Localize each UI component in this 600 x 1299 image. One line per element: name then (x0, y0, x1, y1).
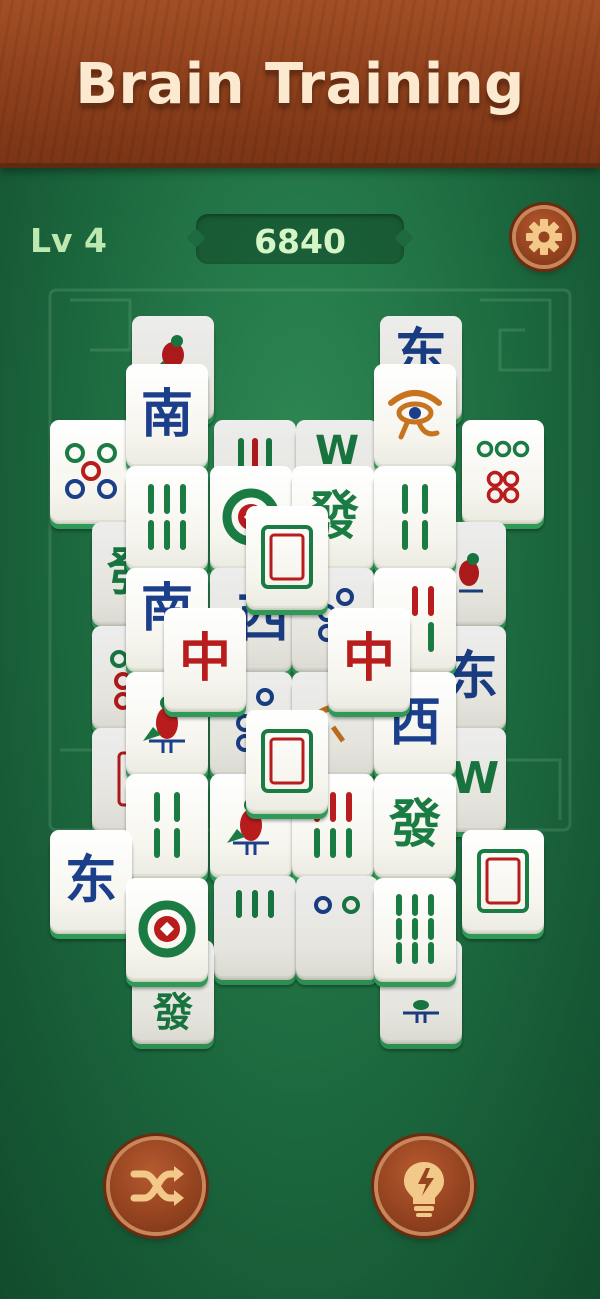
tile-bamboo-9-bottom[interactable] (374, 878, 456, 980)
white-dragon-icon (261, 729, 313, 793)
tile-bamboo-4-right[interactable] (374, 466, 456, 568)
tile-bamboo-6-a[interactable] (126, 466, 208, 568)
tile-red-dragon-left[interactable]: 中 (164, 608, 246, 710)
tile-circles-bottom-back[interactable] (296, 876, 378, 978)
settings-button[interactable] (516, 209, 572, 265)
tile-circles-5-left[interactable] (50, 420, 132, 522)
circles-icon (476, 440, 530, 504)
circle-one-icon (138, 900, 196, 958)
bamboo-icon (396, 894, 434, 964)
tile-green-dragon-lower-right[interactable]: 發 (374, 774, 456, 876)
circles-icon (65, 443, 117, 499)
white-dragon-icon (261, 525, 313, 589)
white-dragon-icon (477, 849, 529, 913)
bamboo-icon (148, 484, 186, 550)
tile-eye-season[interactable] (374, 364, 456, 466)
tile-white-dragon-top[interactable] (246, 506, 328, 608)
level-label: Lv 4 (30, 221, 107, 260)
tile-south-left-top[interactable]: 南 (126, 364, 208, 466)
bamboo-icon (236, 890, 274, 918)
shuffle-button[interactable] (110, 1140, 202, 1232)
tile-white-dragon-bottom[interactable] (246, 710, 328, 812)
tile-white-dragon-right-lower[interactable] (462, 830, 544, 932)
score-value: 6840 (254, 222, 346, 261)
shuffle-icon (130, 1166, 184, 1206)
lightbulb-icon (404, 1162, 444, 1217)
tile-circle-1-bottom[interactable] (126, 878, 208, 980)
bamboo-icon (402, 484, 428, 550)
tile-east-bottom-left[interactable]: 东 (50, 830, 132, 932)
circles-icon (314, 896, 360, 914)
eye-symbol-icon (388, 390, 442, 440)
hint-button[interactable] (378, 1140, 470, 1232)
tile-bamboo-4-lower-left[interactable] (126, 774, 208, 876)
tile-circles-6-right[interactable] (462, 420, 544, 522)
bamboo-icon (154, 792, 180, 858)
tile-bamboo-9-bottom-back[interactable] (214, 876, 296, 978)
gear-icon (526, 219, 562, 255)
tile-red-dragon-right[interactable]: 中 (328, 608, 410, 710)
score-panel: 6840 (196, 214, 404, 264)
game-screen: Brain Training Lv 4 6840 东 W 东 W 南 發 西 西… (0, 0, 600, 1299)
game-title: Brain Training (75, 52, 525, 117)
title-banner: Brain Training (0, 0, 600, 168)
